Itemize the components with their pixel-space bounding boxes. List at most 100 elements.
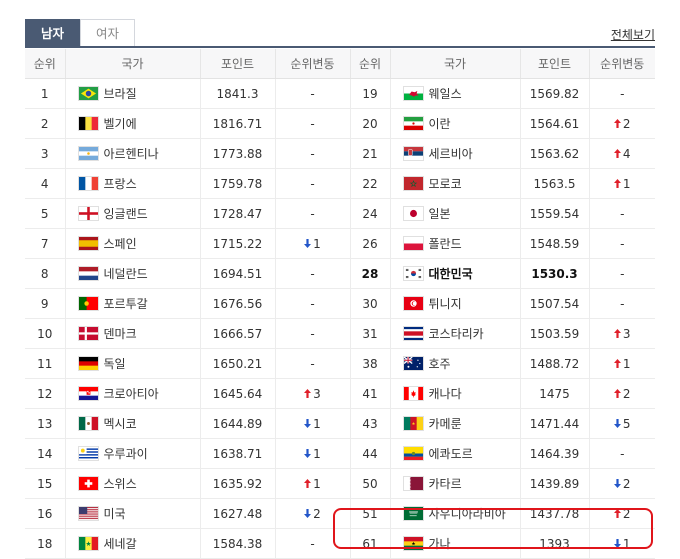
country-name: 프랑스 — [103, 177, 137, 191]
country-cell: 웨일스 — [389, 78, 520, 109]
rank-cell: 8 — [25, 258, 65, 289]
points-cell: 1627.48 — [199, 498, 275, 529]
view-all-link[interactable]: 전체보기 — [611, 26, 655, 43]
rank-change-none: - — [310, 326, 315, 341]
rank-cell: 2 — [25, 108, 65, 139]
rank-cell: 4 — [25, 168, 65, 199]
rank-change-cell: - — [588, 198, 655, 229]
rank-change-cell: - — [274, 528, 350, 559]
country-cell: 독일 — [64, 348, 200, 379]
rank-cell: 7 — [25, 228, 65, 259]
country-cell: 모로코 — [389, 168, 520, 199]
country-name: 일본 — [428, 207, 451, 221]
country-name: 모로코 — [428, 177, 462, 191]
rank-change-cell: 3 — [588, 318, 655, 349]
rank-change-cell: 1 — [274, 438, 350, 469]
rank-change-value: 2 — [313, 506, 321, 521]
rank-cell: 21 — [349, 138, 390, 169]
country-cell: 사우디아라비아 — [389, 498, 520, 529]
rank-change-cell: - — [588, 78, 655, 109]
rank-change-value: 5 — [622, 416, 631, 431]
rank-cell: 19 — [349, 78, 390, 109]
rank-change-cell: - — [274, 348, 350, 379]
japan-flag-icon — [403, 207, 423, 220]
serbia-flag-icon — [403, 147, 423, 160]
rank-cell: 51 — [349, 498, 390, 529]
denmark-flag-icon — [78, 327, 98, 340]
rank-cell: 12 — [25, 378, 65, 409]
country-cell: 미국 — [64, 498, 200, 529]
country-cell: 스위스 — [64, 468, 200, 499]
canada-flag-icon — [403, 387, 423, 400]
arrow-up-icon — [304, 388, 312, 401]
rank-cell: 31 — [349, 318, 390, 349]
arrow-up-icon — [304, 478, 312, 491]
rank-change-cell: 1 — [274, 228, 350, 259]
country-name: 웨일스 — [428, 87, 462, 101]
arrow-down-icon — [613, 418, 621, 431]
rank-change-cell: - — [588, 258, 655, 289]
arrow-up-icon — [613, 358, 621, 371]
rank-change-value: 2 — [622, 116, 631, 131]
country-cell: 일본 — [389, 198, 520, 229]
country-name: 이란 — [428, 117, 451, 131]
country-name: 스페인 — [103, 237, 137, 251]
country-name: 폴란드 — [428, 237, 462, 251]
ghana-flag-icon — [403, 537, 423, 550]
country-cell: 캐나다 — [389, 378, 520, 409]
rank-cell: 38 — [349, 348, 390, 379]
arrow-down-icon — [304, 448, 312, 461]
header-rank-change: 순위변동 — [588, 49, 655, 79]
rank-change-none: - — [310, 146, 315, 161]
rank-change-cell: 1 — [274, 408, 350, 439]
germany-flag-icon — [78, 357, 98, 370]
country-cell: 멕시코 — [64, 408, 200, 439]
france-flag-icon — [78, 177, 98, 190]
rank-change-value: 2 — [622, 476, 631, 491]
country-cell: 코스타리카 — [389, 318, 520, 349]
table-row: 2 벨기에 1816.71 - 20 이란 1564.61 2 — [25, 108, 655, 139]
country-cell: 호주 — [389, 348, 520, 379]
points-cell: 1650.21 — [199, 348, 275, 379]
points-cell: 1503.59 — [519, 318, 589, 349]
points-cell: 1584.38 — [199, 528, 275, 559]
table-row: 10 덴마크 1666.57 - 31 코스타리카 1503.59 3 — [25, 318, 655, 349]
points-cell: 1563.62 — [519, 138, 589, 169]
arrow-down-icon — [304, 238, 312, 251]
tab-men[interactable]: 남자 — [25, 19, 80, 46]
mexico-flag-icon — [78, 417, 98, 430]
rank-cell: 28 — [349, 258, 390, 289]
rank-change-none: - — [310, 116, 315, 131]
country-cell: 튀니지 — [389, 288, 520, 319]
header-rank: 순위 — [25, 49, 65, 79]
rank-change-cell: - — [274, 318, 350, 349]
points-cell: 1564.61 — [519, 108, 589, 139]
rank-change-value: 1 — [313, 446, 321, 461]
rank-change-value: 3 — [622, 326, 631, 341]
argentina-flag-icon — [78, 147, 98, 160]
points-cell: 1635.92 — [199, 468, 275, 499]
rank-change-value: 1 — [622, 536, 631, 551]
rank-change-value: 1 — [622, 356, 631, 371]
table-row: 1 브라질 1841.3 - 19 웨일스 1569.82 - — [25, 78, 655, 109]
arrow-up-icon — [613, 388, 621, 401]
rank-cell: 5 — [25, 198, 65, 229]
rank-cell: 15 — [25, 468, 65, 499]
rank-change-cell: 1 — [588, 528, 655, 559]
arrow-down-icon — [304, 418, 312, 431]
country-name: 스위스 — [103, 477, 137, 491]
points-cell: 1530.3 — [519, 258, 589, 289]
rank-change-cell: 1 — [588, 168, 655, 199]
tab-women[interactable]: 여자 — [80, 19, 135, 46]
country-name: 포르투갈 — [103, 297, 148, 311]
rank-cell: 30 — [349, 288, 390, 319]
rank-change-cell: - — [588, 228, 655, 259]
rank-change-none: - — [620, 296, 625, 311]
rank-change-none: - — [620, 206, 625, 221]
country-name: 에콰도르 — [428, 447, 473, 461]
header-country: 국가 — [64, 49, 200, 79]
rank-cell: 24 — [349, 198, 390, 229]
country-cell: 잉글랜드 — [64, 198, 200, 229]
table-row: 16 미국 1627.48 2 51 사우디아라비아 1437.78 2 — [25, 498, 655, 529]
rank-cell: 10 — [25, 318, 65, 349]
